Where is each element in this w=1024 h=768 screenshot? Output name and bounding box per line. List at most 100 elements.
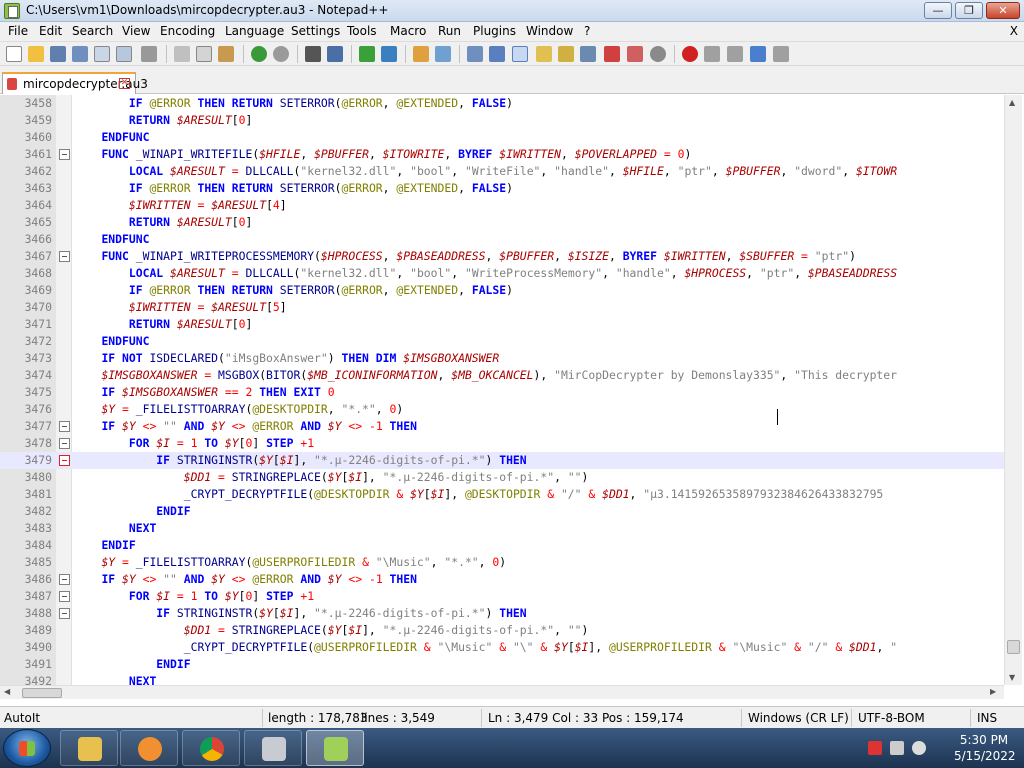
close-document-button[interactable]: X bbox=[1010, 24, 1018, 38]
horizontal-scrollbar[interactable]: ◀ ▶ bbox=[0, 685, 1004, 699]
code-line[interactable]: 3464 $IWRITTEN = $ARESULT[4] bbox=[0, 197, 1004, 214]
code-line[interactable]: 3463 IF @ERROR THEN RETURN SETERROR(@ERR… bbox=[0, 180, 1004, 197]
code-line[interactable]: 3474 $IMSGBOXANSWER = MSGBOX(BITOR($MB_I… bbox=[0, 367, 1004, 384]
code-text[interactable]: IF $IMSGBOXANSWER == 2 THEN EXIT 0 bbox=[74, 384, 334, 401]
menu-language[interactable]: Language bbox=[225, 24, 284, 38]
code-text[interactable]: IF NOT ISDECLARED("iMsgBoxAnswer") THEN … bbox=[74, 350, 499, 367]
new-file-icon[interactable] bbox=[6, 46, 22, 62]
undo-icon[interactable] bbox=[251, 46, 267, 62]
code-line[interactable]: 3478 FOR $I = 1 TO $Y[0] STEP +1 bbox=[0, 435, 1004, 452]
code-text[interactable]: $IMSGBOXANSWER = MSGBOX(BITOR($MB_ICONIN… bbox=[74, 367, 897, 384]
menu-encoding[interactable]: Encoding bbox=[160, 24, 215, 38]
save-all-icon[interactable] bbox=[72, 46, 88, 62]
scroll-left-icon[interactable]: ◀ bbox=[4, 687, 10, 696]
code-line[interactable]: 3487 FOR $I = 1 TO $Y[0] STEP +1 bbox=[0, 588, 1004, 605]
function-list-icon[interactable] bbox=[604, 46, 620, 62]
code-text[interactable]: ENDIF bbox=[74, 503, 190, 520]
code-text[interactable]: ENDIF bbox=[74, 656, 190, 673]
code-text[interactable]: ENDFUNC bbox=[74, 231, 149, 248]
stop-macro-icon[interactable] bbox=[704, 46, 720, 62]
code-text[interactable]: $IWRITTEN = $ARESULT[4] bbox=[74, 197, 287, 214]
find-icon[interactable] bbox=[305, 46, 321, 62]
code-line[interactable]: 3480 $DD1 = STRINGREPLACE($Y[$I], "*.µ-2… bbox=[0, 469, 1004, 486]
taskbar-chrome[interactable] bbox=[182, 730, 240, 766]
code-text[interactable]: RETURN $ARESULT[0] bbox=[74, 214, 252, 231]
scroll-down-icon[interactable]: ▼ bbox=[1009, 673, 1015, 682]
sync-horizontal-icon[interactable] bbox=[435, 46, 451, 62]
code-line[interactable]: 3469 IF @ERROR THEN RETURN SETERROR(@ERR… bbox=[0, 282, 1004, 299]
close-all-icon[interactable] bbox=[116, 46, 132, 62]
run-macro-multiple-icon[interactable] bbox=[750, 46, 766, 62]
fold-toggle-icon[interactable] bbox=[59, 574, 70, 585]
start-button[interactable] bbox=[3, 729, 51, 767]
menu-help[interactable]: ? bbox=[584, 24, 590, 38]
code-text[interactable]: IF @ERROR THEN RETURN SETERROR(@ERROR, @… bbox=[74, 180, 513, 197]
code-text[interactable]: ENDFUNC bbox=[74, 129, 149, 146]
code-text[interactable]: NEXT bbox=[74, 673, 156, 685]
status-encoding[interactable]: UTF-8-BOM bbox=[858, 711, 925, 725]
code-text[interactable]: RETURN $ARESULT[0] bbox=[74, 112, 252, 129]
code-line[interactable]: 3482 ENDIF bbox=[0, 503, 1004, 520]
code-line[interactable]: 3459 RETURN $ARESULT[0] bbox=[0, 112, 1004, 129]
monitoring-icon[interactable] bbox=[650, 46, 666, 62]
user-defined-icon[interactable] bbox=[558, 46, 574, 62]
code-text[interactable]: IF @ERROR THEN RETURN SETERROR(@ERROR, @… bbox=[74, 95, 513, 112]
fold-toggle-icon[interactable] bbox=[59, 251, 70, 262]
code-text[interactable]: RETURN $ARESULT[0] bbox=[74, 316, 252, 333]
word-wrap-icon[interactable] bbox=[467, 46, 483, 62]
indent-guide-icon[interactable] bbox=[512, 46, 528, 62]
doc-map-icon[interactable] bbox=[580, 46, 596, 62]
code-line[interactable]: 3483 NEXT bbox=[0, 520, 1004, 537]
folder-workspace-icon[interactable] bbox=[627, 46, 643, 62]
taskbar-notepad-plus-plus[interactable] bbox=[306, 730, 364, 766]
code-line[interactable]: 3486 IF $Y <> "" AND $Y <> @ERROR AND $Y… bbox=[0, 571, 1004, 588]
code-line[interactable]: 3491 ENDIF bbox=[0, 656, 1004, 673]
vertical-scrollbar[interactable]: ▲ ▼ bbox=[1004, 95, 1022, 685]
code-line[interactable]: 3470 $IWRITTEN = $ARESULT[5] bbox=[0, 299, 1004, 316]
code-text[interactable]: ENDFUNC bbox=[74, 333, 149, 350]
menu-file[interactable]: File bbox=[8, 24, 28, 38]
code-text[interactable]: LOCAL $ARESULT = DLLCALL("kernel32.dll",… bbox=[74, 163, 897, 180]
menu-run[interactable]: Run bbox=[438, 24, 461, 38]
menu-view[interactable]: View bbox=[122, 24, 150, 38]
code-editor[interactable]: 3458 IF @ERROR THEN RETURN SETERROR(@ERR… bbox=[0, 95, 1020, 685]
code-text[interactable]: FUNC _WINAPI_WRITEPROCESSMEMORY($HPROCES… bbox=[74, 248, 855, 265]
title-bar[interactable]: C:\Users\vm1\Downloads\mircopdecrypter.a… bbox=[0, 0, 1024, 22]
record-macro-icon[interactable] bbox=[682, 46, 698, 62]
menu-macro[interactable]: Macro bbox=[390, 24, 426, 38]
sync-vertical-icon[interactable] bbox=[413, 46, 429, 62]
tab-mircopdecrypter[interactable]: mircopdecrypter.au3 ✕ bbox=[2, 72, 148, 94]
fold-toggle-icon[interactable] bbox=[59, 455, 70, 466]
maximize-button[interactable]: ❐ bbox=[955, 2, 983, 19]
taskbar-media-player[interactable] bbox=[120, 730, 178, 766]
open-file-icon[interactable] bbox=[28, 46, 44, 62]
network-icon[interactable] bbox=[890, 741, 904, 755]
close-button[interactable]: ✕ bbox=[986, 2, 1020, 19]
code-text[interactable]: _CRYPT_DECRYPTFILE(@DESKTOPDIR & $Y[$I],… bbox=[74, 486, 884, 503]
menu-window[interactable]: Window bbox=[526, 24, 573, 38]
code-text[interactable]: $DD1 = STRINGREPLACE($Y[$I], "*.µ-2246-d… bbox=[74, 469, 589, 486]
fold-toggle-icon[interactable] bbox=[59, 149, 70, 160]
taskbar-clipboard-app[interactable] bbox=[244, 730, 302, 766]
copy-icon[interactable] bbox=[196, 46, 212, 62]
code-line[interactable]: 3484 ENDIF bbox=[0, 537, 1004, 554]
status-insert-mode[interactable]: INS bbox=[977, 711, 997, 725]
code-line[interactable]: 3468 LOCAL $ARESULT = DLLCALL("kernel32.… bbox=[0, 265, 1004, 282]
menu-tools[interactable]: Tools bbox=[347, 24, 377, 38]
horizontal-scroll-thumb[interactable] bbox=[22, 688, 62, 698]
code-text[interactable]: IF STRINGINSTR($Y[$I], "*.µ-2246-digits-… bbox=[74, 452, 526, 469]
code-line[interactable]: 3466 ENDFUNC bbox=[0, 231, 1004, 248]
fold-toggle-icon[interactable] bbox=[59, 608, 70, 619]
code-text[interactable]: IF @ERROR THEN RETURN SETERROR(@ERROR, @… bbox=[74, 282, 513, 299]
taskbar-explorer[interactable] bbox=[60, 730, 118, 766]
code-line[interactable]: 3479 IF STRINGINSTR($Y[$I], "*.µ-2246-di… bbox=[0, 452, 1004, 469]
code-text[interactable]: _CRYPT_DECRYPTFILE(@USERPROFILEDIR & "\M… bbox=[74, 639, 897, 656]
code-text[interactable]: $IWRITTEN = $ARESULT[5] bbox=[74, 299, 287, 316]
code-line[interactable]: 3465 RETURN $ARESULT[0] bbox=[0, 214, 1004, 231]
redo-icon[interactable] bbox=[273, 46, 289, 62]
code-text[interactable]: ENDIF bbox=[74, 537, 135, 554]
code-text[interactable]: $DD1 = STRINGREPLACE($Y[$I], "*.µ-2246-d… bbox=[74, 622, 589, 639]
code-text[interactable]: IF $Y <> "" AND $Y <> @ERROR AND $Y <> -… bbox=[74, 571, 417, 588]
clock[interactable]: 5:30 PM 5/15/2022 bbox=[954, 732, 1016, 764]
replace-icon[interactable] bbox=[327, 46, 343, 62]
